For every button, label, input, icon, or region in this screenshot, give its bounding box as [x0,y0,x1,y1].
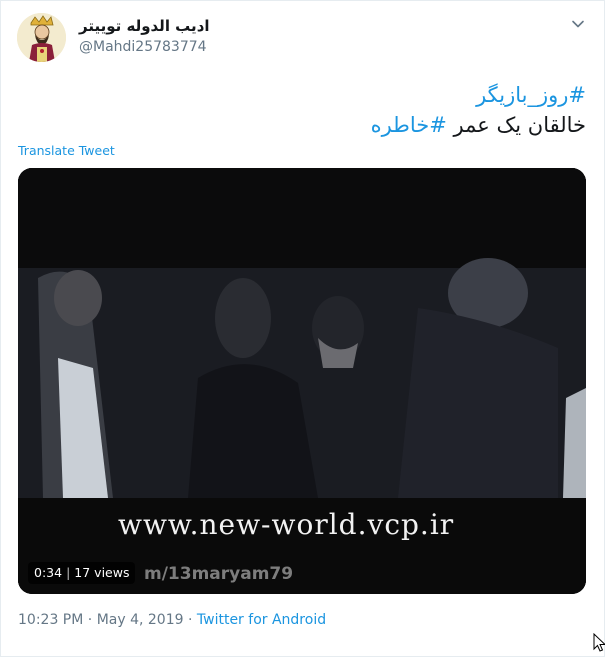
video-watermark-user: m/13maryam79 [144,564,294,584]
hashtag-link[interactable]: #خاطره [371,113,447,137]
video-meta-badge: 0:34 | 17 views [28,562,136,584]
separator-dot: · [83,612,97,628]
video-watermark-site: www.new-world.vcp.ir [118,508,455,541]
user-display-name[interactable]: ادیب الدوله توییتر [79,17,210,35]
mouse-cursor-icon [593,632,605,653]
translate-tweet-link[interactable]: Translate Tweet [18,143,115,158]
tweet-date[interactable]: May 4, 2019 [97,612,184,628]
separator: | [66,565,71,580]
tweet-time[interactable]: 10:23 PM [18,612,83,628]
tweet-footer: 10:23 PM · May 4, 2019 · Twitter for And… [18,612,326,628]
tweet-source-link[interactable]: Twitter for Android [197,612,326,628]
hashtag-link[interactable]: #روز_بازیگر [476,83,586,107]
avatar[interactable] [17,13,66,62]
video-views: 17 views [74,565,130,580]
chevron-down-icon[interactable] [569,15,587,33]
tweet-text: خالقان یک عمر [446,113,586,137]
tweet-card: ادیب الدوله توییتر @Mahdi25783774 #روز_ب… [0,0,605,657]
separator-dot: · [183,612,197,628]
tweet-text-line-1: #روز_بازیگر [476,83,586,107]
video-duration: 0:34 [34,565,63,580]
video-player[interactable]: www.new-world.vcp.ir m/13maryam79 0:34 |… [18,168,586,594]
tweet-text-line-2: خالقان یک عمر #خاطره [371,113,586,137]
avatar-crowned-figure-icon [17,13,66,62]
user-handle[interactable]: @Mahdi25783774 [79,39,207,55]
